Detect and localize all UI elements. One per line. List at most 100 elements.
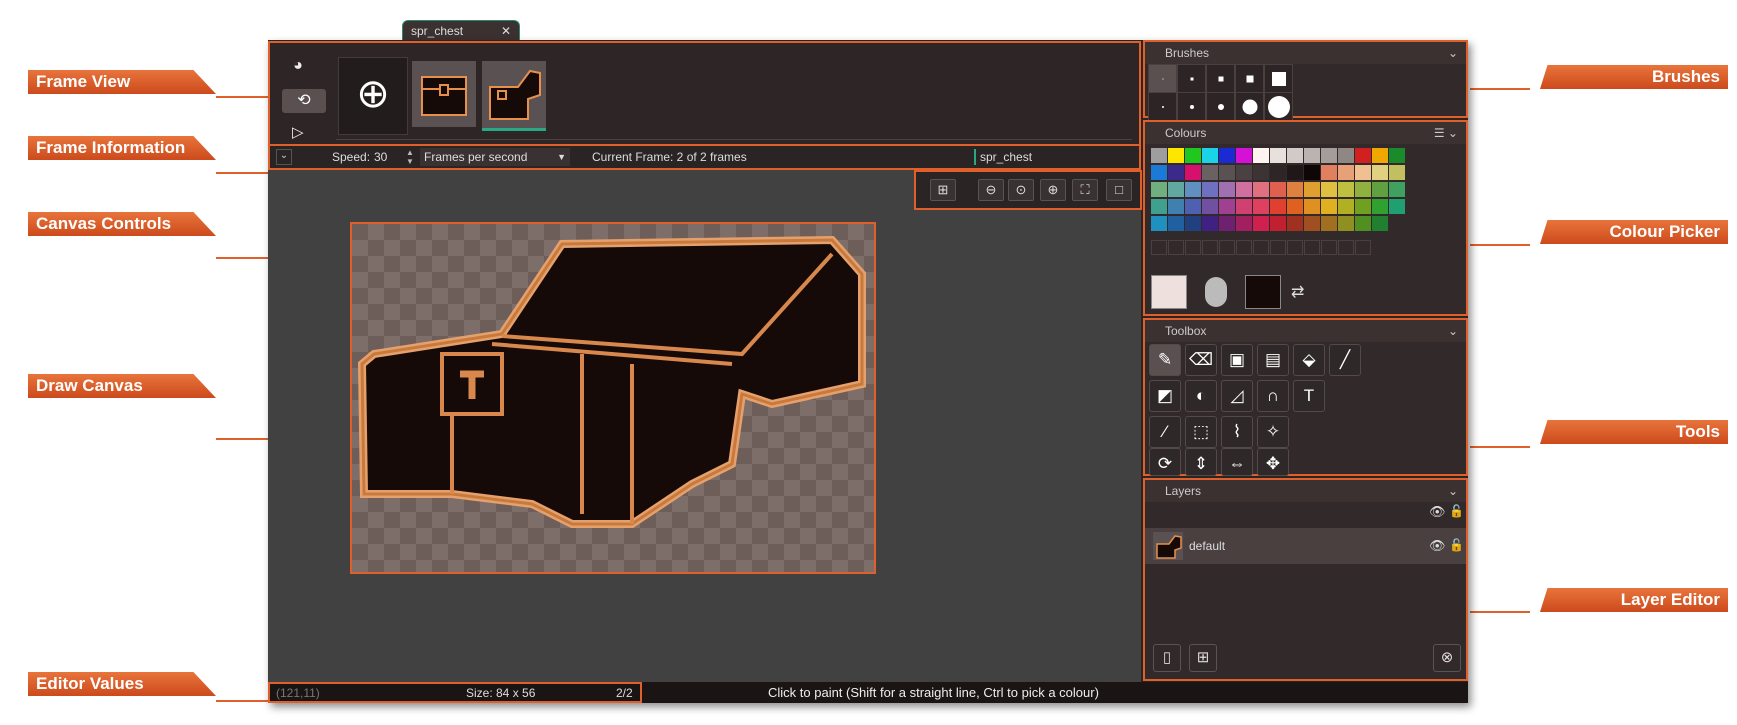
colour-swatch[interactable] <box>1236 148 1252 163</box>
colour-swatch[interactable] <box>1321 216 1337 231</box>
colour-swatch[interactable] <box>1202 216 1218 231</box>
play-icon[interactable]: ▷ <box>292 123 312 145</box>
brush-9[interactable] <box>1235 92 1264 121</box>
rotate-icon[interactable]: ⟳ <box>1149 448 1181 476</box>
text-icon[interactable]: T <box>1293 380 1325 412</box>
colour-swatch[interactable] <box>1151 182 1167 197</box>
colour-swatch[interactable] <box>1287 199 1303 214</box>
pencil-icon[interactable]: ✎ <box>1149 344 1181 376</box>
delete-layer-icon[interactable]: ⊗ <box>1433 644 1461 672</box>
eye-icon[interactable]: 👁 <box>1429 538 1446 554</box>
colour-swatch[interactable] <box>1355 199 1371 214</box>
colour-swatch[interactable] <box>1321 199 1337 214</box>
canvas-area[interactable]: ⊞ ⊖ ⊙ ⊕ ⛶ □ <box>268 170 1142 682</box>
speed-unit-select[interactable]: Frames per second ▼ <box>420 148 570 166</box>
lasso-icon[interactable]: ⌇ <box>1221 416 1253 448</box>
colour-swatch[interactable] <box>1270 216 1286 231</box>
new-layer-folder-icon[interactable]: ⊞ <box>1189 644 1217 672</box>
colour-swatch[interactable] <box>1287 148 1303 163</box>
new-layer-icon[interactable]: ▯ <box>1153 644 1181 672</box>
empty-colour-slot[interactable] <box>1185 240 1201 255</box>
brush-10[interactable] <box>1264 92 1293 121</box>
brush-1[interactable] <box>1148 64 1177 93</box>
tab-spr-chest[interactable]: spr_chest ✕ <box>402 20 520 42</box>
empty-colour-slot[interactable] <box>1270 240 1286 255</box>
colour-swatch[interactable] <box>1151 148 1167 163</box>
colour-swatch[interactable] <box>1355 165 1371 180</box>
colour-swatch[interactable] <box>1202 182 1218 197</box>
empty-colour-slot[interactable] <box>1321 240 1337 255</box>
colour-swatch[interactable] <box>1287 216 1303 231</box>
colour-swatch[interactable] <box>1321 165 1337 180</box>
colour-swatch[interactable] <box>1338 148 1354 163</box>
chevron-down-icon[interactable]: ⌄ <box>276 149 292 165</box>
fill-area-icon[interactable]: ▣ <box>1221 344 1253 376</box>
colour-swatch[interactable] <box>1355 148 1371 163</box>
brush-3[interactable] <box>1206 64 1235 93</box>
eyedropper-icon[interactable]: ⁄ <box>1149 416 1181 448</box>
brush-7[interactable] <box>1177 92 1206 121</box>
colour-swatch[interactable] <box>1219 165 1235 180</box>
colour-swatch[interactable] <box>1185 216 1201 231</box>
colour-swatch[interactable] <box>1338 199 1354 214</box>
colour-swatch[interactable] <box>1185 182 1201 197</box>
eye-icon[interactable]: 👁 <box>1429 504 1446 520</box>
eraser-icon[interactable]: ⌫ <box>1185 344 1217 376</box>
flip-vertical-icon[interactable]: ⇕ <box>1185 448 1217 476</box>
colour-swatch[interactable] <box>1304 199 1320 214</box>
empty-colour-slot[interactable] <box>1151 240 1167 255</box>
colour-swatch[interactable] <box>1389 182 1405 197</box>
colour-swatch[interactable] <box>1219 216 1235 231</box>
custom-colour-slots[interactable] <box>1151 240 1451 258</box>
colour-swatch[interactable] <box>1168 148 1184 163</box>
colour-swatch[interactable] <box>1168 165 1184 180</box>
colour-swatch[interactable] <box>1236 182 1252 197</box>
colour-swatch[interactable] <box>1304 216 1320 231</box>
brush-4[interactable] <box>1235 64 1264 93</box>
empty-colour-slot[interactable] <box>1202 240 1218 255</box>
colour-swatch[interactable] <box>1338 216 1354 231</box>
loop-icon[interactable]: ⟲ <box>282 89 326 113</box>
colour-swatch[interactable] <box>1253 216 1269 231</box>
magic-wand-icon[interactable]: ✧ <box>1257 416 1289 448</box>
colour-swatch[interactable] <box>1253 148 1269 163</box>
grid-icon[interactable]: ⊞ <box>930 179 956 201</box>
colour-swatch[interactable] <box>1151 165 1167 180</box>
empty-colour-slot[interactable] <box>1304 240 1320 255</box>
rectangle-icon[interactable]: ◩ <box>1149 380 1181 412</box>
colour-swatch[interactable] <box>1372 182 1388 197</box>
empty-colour-slot[interactable] <box>1168 240 1184 255</box>
colour-swatch[interactable] <box>1219 148 1235 163</box>
brush-2[interactable] <box>1177 64 1206 93</box>
add-frame-icon[interactable]: ⊕ <box>338 57 408 135</box>
empty-colour-slot[interactable] <box>1287 240 1303 255</box>
colour-swatch[interactable] <box>1202 148 1218 163</box>
ellipse-icon[interactable]: ◐ <box>1185 380 1217 412</box>
colour-swatch[interactable] <box>1270 199 1286 214</box>
frame-thumbnail-1[interactable] <box>412 61 476 127</box>
move-icon[interactable]: ✥ <box>1257 448 1289 476</box>
colour-swatch[interactable] <box>1389 199 1405 214</box>
colour-swatch[interactable] <box>1270 165 1286 180</box>
colour-palette[interactable] <box>1151 148 1451 238</box>
lock-icon[interactable]: 🔓 <box>1449 504 1464 518</box>
colour-swatch[interactable] <box>1219 199 1235 214</box>
colour-swatch[interactable] <box>1270 182 1286 197</box>
colour-swatch[interactable] <box>1338 182 1354 197</box>
colour-swatch[interactable] <box>1355 216 1371 231</box>
empty-colour-slot[interactable] <box>1253 240 1269 255</box>
colour-swatch[interactable] <box>1372 216 1388 231</box>
colour-swatch[interactable] <box>1236 165 1252 180</box>
chevron-down-icon[interactable]: ☰ ⌄ <box>1434 122 1458 144</box>
fit-icon[interactable]: ⛶ <box>1072 179 1098 201</box>
primary-colour[interactable] <box>1151 275 1187 309</box>
secondary-colour[interactable] <box>1245 275 1281 309</box>
speed-input[interactable]: 30 <box>374 150 387 164</box>
colour-swatch[interactable] <box>1151 216 1167 231</box>
onion-skin-icon[interactable]: ◕ <box>284 57 312 79</box>
colour-swatch[interactable] <box>1372 165 1388 180</box>
colour-swatch[interactable] <box>1287 165 1303 180</box>
colour-swatch[interactable] <box>1304 148 1320 163</box>
colour-swatch[interactable] <box>1355 182 1371 197</box>
colour-swatch[interactable] <box>1168 216 1184 231</box>
